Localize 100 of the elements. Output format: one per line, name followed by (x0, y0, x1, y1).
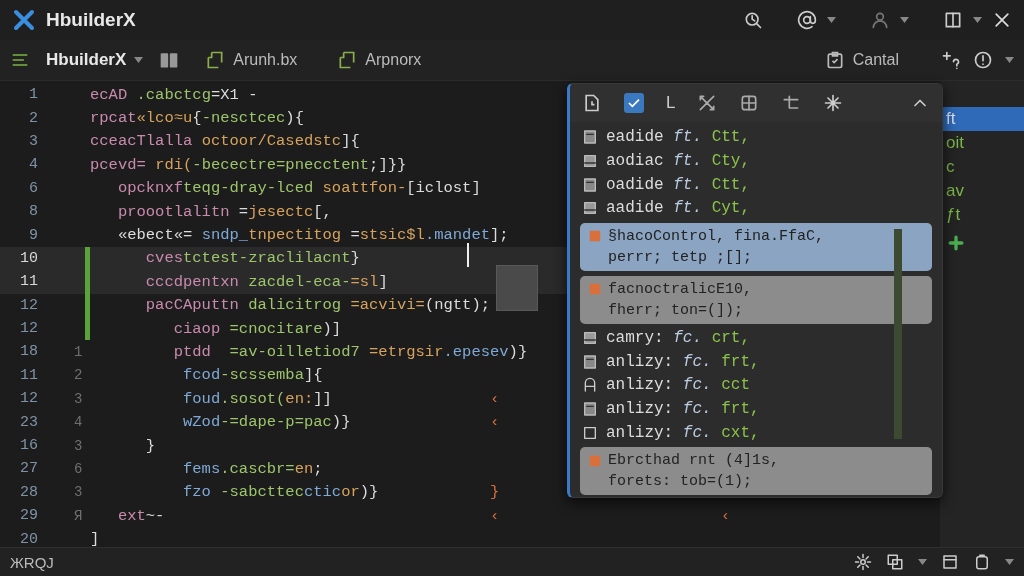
clipboard-check-icon[interactable] (624, 92, 644, 113)
line-number: 11 (19, 366, 38, 384)
outline-item[interactable]: c (940, 155, 1024, 179)
outline-item[interactable]: av (940, 179, 1024, 203)
completion-item[interactable]: anlizy: fc. frt, (606, 352, 760, 371)
suggestion-text: facnoctralicE10, (608, 279, 753, 300)
code-line: cceacTlalla octoor/Casedstc]{ (90, 132, 360, 151)
bracket-mark: ‹ (490, 389, 500, 408)
code-line: pcevd= rdi(-becectre=pnecctent;]}} (90, 155, 407, 174)
code-line: opcknxfteqg-dray-lced soattfon-[iclost] (116, 179, 481, 198)
file-tab[interactable]: Arunh.bx (191, 46, 312, 74)
code-line: cccdpentxn zacdel-eca-=sl] (144, 272, 388, 291)
bracket-mark: ‹ (490, 506, 500, 525)
scrollbar-thumb[interactable] (894, 229, 902, 439)
line-number: 1 (28, 86, 38, 104)
code-line: ext~- (116, 506, 165, 525)
line-number: 28 (19, 483, 38, 501)
file-tab[interactable]: Arpnorx (323, 46, 436, 74)
code-line: pacCAputtn dalicitrog =acvivi=(ngtt); (144, 296, 490, 315)
completion-item[interactable]: eadide ft. Ctt, (606, 128, 751, 147)
document-clock-icon[interactable] (582, 92, 602, 113)
window-icon[interactable] (941, 553, 959, 571)
export-icon (337, 50, 358, 70)
document-icon (582, 176, 598, 193)
code-line: cvestctest-zraclilacnt} (144, 249, 360, 268)
add-icon[interactable] (941, 50, 961, 70)
popup-tab[interactable]: L (666, 92, 676, 113)
book-icon[interactable] (159, 50, 180, 70)
close-icon[interactable] (992, 10, 1012, 30)
cancel-button[interactable]: Cantal (818, 49, 905, 71)
outline-item[interactable]: ƒt (940, 203, 1024, 227)
document-icon (582, 129, 598, 146)
plus-icon[interactable] (946, 233, 966, 253)
code-line: wZod-=dape-p=pac)} (182, 413, 351, 432)
caret-icon[interactable] (1005, 57, 1014, 63)
document-icon (582, 353, 598, 370)
suggestion-text: Ebrcthad rnt (4]1s, (608, 451, 780, 471)
status-text: ЖRQJ (10, 553, 54, 571)
code-line: fems.cascbr=en; (182, 459, 323, 478)
completion-item[interactable]: aadide ft. Cyt, (606, 199, 751, 218)
line-number: 11 (19, 273, 38, 291)
fold-number: 3 (74, 390, 83, 407)
person-icon[interactable] (870, 10, 890, 30)
snippet-icon (588, 282, 602, 297)
code-line: ptdd =av-oilletiod7 =etrgsir.epesev)} (172, 343, 528, 361)
code-line: } (144, 436, 156, 455)
fold-number: 4 (74, 414, 83, 431)
clipboard-icon[interactable] (973, 553, 991, 571)
caret-icon[interactable] (827, 17, 836, 23)
line-number: 23 (19, 413, 38, 431)
line-number: 9 (28, 226, 38, 244)
completion-item[interactable]: anlizy: fc. cct (606, 376, 751, 395)
square-icon (582, 424, 598, 441)
code-line: ecAD .cabctcg=X1 - (90, 85, 258, 104)
info-icon[interactable] (973, 50, 993, 70)
code-line: rpcat«lco≈u{-nesctcec){ (90, 109, 304, 128)
code-line: fcod-scssemba]{ (182, 366, 323, 385)
completion-item[interactable]: oadide ft. Ctt, (606, 175, 751, 194)
fold-number: 3 (74, 437, 83, 454)
suggestion-text: fherr; ton=(]); (608, 300, 744, 321)
history-search-icon[interactable] (743, 10, 763, 30)
line-number: 12 (19, 390, 38, 408)
line-number: 3 (28, 132, 38, 150)
line-number: 6 (28, 179, 38, 197)
completion-item[interactable]: anlizy: fc. cxt, (606, 423, 760, 442)
suggestion-text: perrr; tetp ;[]; (608, 247, 753, 268)
document-icon (582, 400, 598, 417)
caret-icon[interactable] (1005, 559, 1014, 565)
at-sign-icon[interactable] (797, 10, 817, 30)
suggestion-card[interactable]: §hacoControl, fina.FfaC, perrr; tetp ;[]; (580, 222, 932, 271)
snippet-icon (588, 229, 602, 244)
outline-item[interactable]: ft (940, 107, 1024, 131)
bracket-mark: ‹ (720, 506, 730, 525)
code-line: ] (90, 530, 100, 549)
window-icon (582, 200, 598, 217)
settings-icon[interactable] (854, 553, 872, 571)
caret-icon[interactable] (900, 17, 909, 23)
split-window-icon[interactable] (943, 10, 963, 30)
suggestion-card[interactable]: facnoctralicE10, fherr; ton=(]); (580, 275, 932, 324)
logo-icon (12, 8, 36, 32)
asterisk-icon[interactable] (823, 92, 844, 113)
code-line: fzo -sabctteccticor)} (182, 483, 379, 502)
caret-icon[interactable] (918, 559, 927, 565)
suggestion-text: §hacoControl, fina.FfaC, (608, 226, 825, 247)
completion-item[interactable]: anlizy: fc. frt, (606, 399, 760, 418)
line-number: 20 (19, 530, 38, 548)
line-number: 10 (19, 249, 38, 267)
outline-item[interactable]: oit (940, 131, 1024, 155)
suggestion-card[interactable]: Ebrcthad rnt (4]1s, forets: tob=(1); (580, 447, 932, 495)
caret-icon[interactable] (973, 17, 982, 23)
project-dropdown[interactable]: HbuilderX (42, 50, 148, 70)
line-number: 12 (19, 296, 38, 314)
completion-item[interactable]: camry: fc. crt, (606, 328, 751, 347)
tools-icon[interactable] (697, 92, 718, 113)
app-title: HbuilderX (46, 9, 136, 31)
bracket-mark: } (490, 483, 500, 502)
line-number: 27 (19, 460, 38, 478)
layers-icon[interactable] (886, 553, 904, 571)
completion-item[interactable]: aodiac ft. Cty, (606, 151, 751, 170)
code-line: proootlalitn =jesectc[, (116, 202, 332, 221)
